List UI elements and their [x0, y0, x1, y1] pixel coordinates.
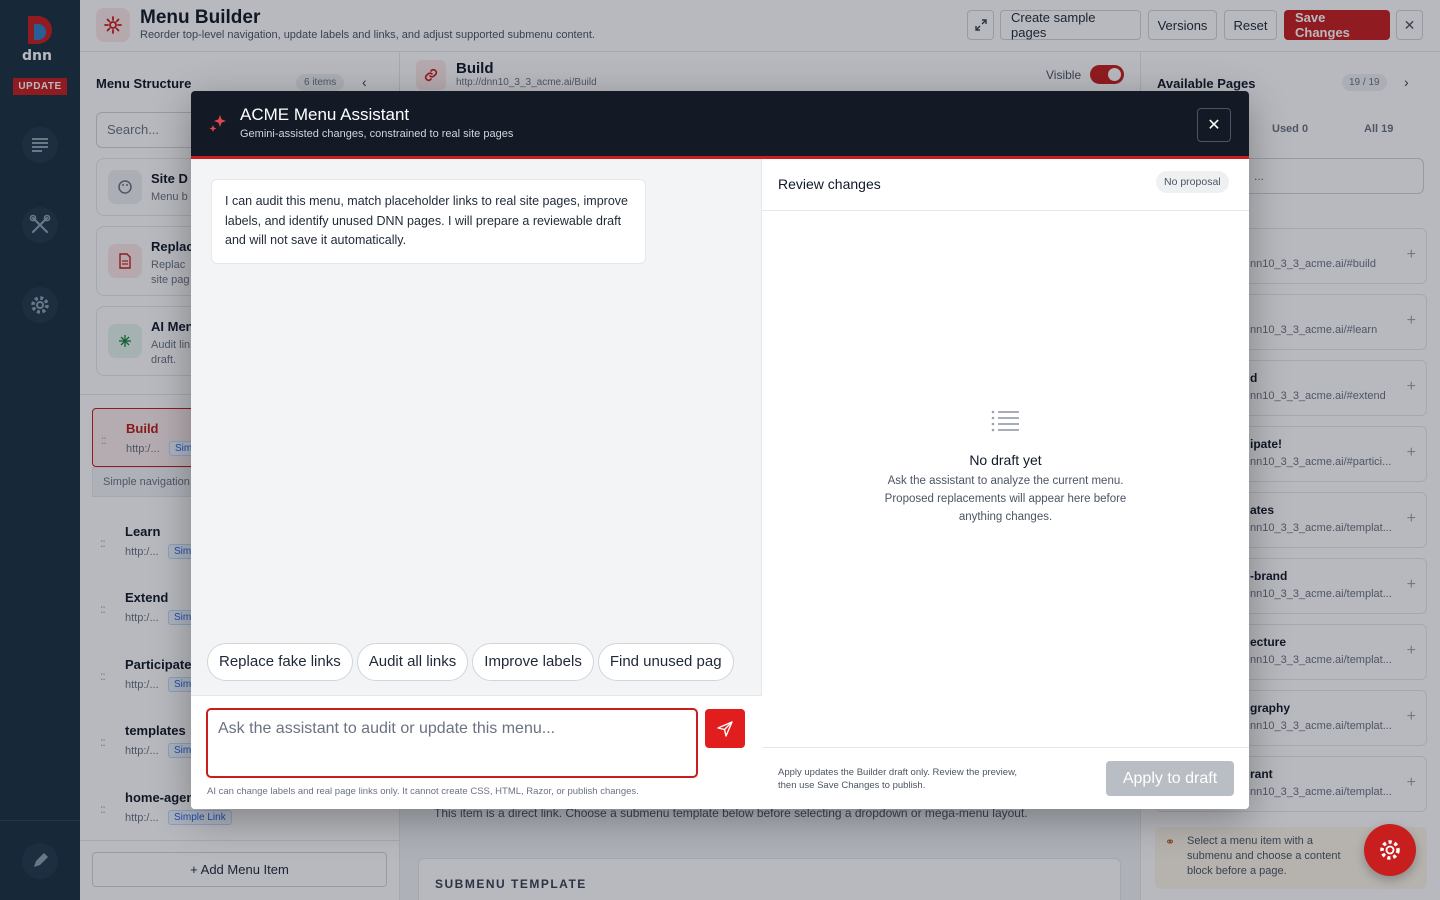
empty-state-description: Ask the assistant to analyze the current…: [884, 475, 1127, 523]
review-header: Review changes No proposal: [762, 159, 1249, 211]
suggestion-find-unused-pages[interactable]: Find unused pag: [597, 643, 734, 681]
assistant-subtitle: Gemini-assisted changes, constrained to …: [240, 128, 514, 140]
menu-assistant-dialog: ACME Menu Assistant Gemini-assisted chan…: [191, 91, 1249, 809]
suggestion-improve-labels[interactable]: Improve labels: [472, 643, 594, 681]
chat-composer: AI can change labels and real page links…: [191, 695, 762, 809]
assistant-disclaimer: AI can change labels and real page links…: [207, 786, 639, 797]
close-assistant-button[interactable]: ✕: [1197, 108, 1231, 142]
review-footer: Apply updates the Builder draft only. Re…: [762, 747, 1249, 809]
sparkles-icon: [207, 113, 229, 140]
assistant-header: ACME Menu Assistant Gemini-assisted chan…: [191, 91, 1249, 159]
proposal-status-badge: No proposal: [1156, 171, 1229, 193]
suggestion-replace-fake-links[interactable]: Replace fake links: [207, 643, 353, 681]
gear-icon: [1380, 840, 1400, 860]
suggestion-audit-all-links[interactable]: Audit all links: [356, 643, 469, 681]
list-icon: [991, 410, 1019, 432]
chat-pane: I can audit this menu, match placeholder…: [191, 159, 762, 809]
assistant-title: ACME Menu Assistant: [240, 105, 410, 124]
suggestion-chips: Replace fake links Audit all links Improve…: [207, 643, 762, 683]
review-pane: Review changes No proposal No draft yet …: [762, 159, 1249, 809]
empty-state-title: No draft yet: [969, 452, 1042, 468]
assistant-message: I can audit this menu, match placeholder…: [211, 179, 646, 264]
apply-note: Apply updates the Builder draft only. Re…: [778, 767, 1018, 791]
settings-fab[interactable]: [1364, 824, 1416, 876]
review-title: Review changes: [778, 176, 881, 192]
review-empty-state: No draft yet Ask the assistant to analyz…: [762, 409, 1249, 526]
send-button[interactable]: [705, 709, 745, 748]
assistant-prompt-input[interactable]: [207, 709, 697, 777]
apply-to-draft-button[interactable]: Apply to draft: [1106, 761, 1234, 796]
send-icon: [717, 720, 733, 737]
close-icon: ✕: [1207, 117, 1221, 134]
